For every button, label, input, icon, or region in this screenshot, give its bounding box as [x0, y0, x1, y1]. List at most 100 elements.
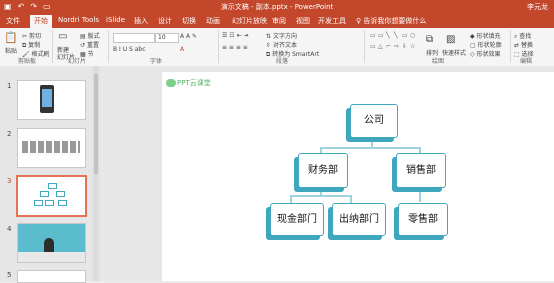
tab-design[interactable]: 设计	[158, 16, 172, 26]
ribbon-separator	[364, 30, 365, 63]
convert-smartart-button[interactable]: ⧉ 转换为 SmartArt	[266, 49, 319, 59]
tab-review[interactable]: 审阅	[272, 16, 286, 26]
tab-transitions[interactable]: 切换	[182, 16, 196, 26]
slide-number: 1	[7, 82, 12, 90]
font-size-dropdown[interactable]: 10	[155, 33, 179, 43]
list-buttons[interactable]: ☰ ☷ ⇤ ⇥	[222, 32, 249, 39]
paste-icon[interactable]: 📋	[4, 31, 18, 44]
new-slide-icon[interactable]: ▭	[58, 31, 67, 42]
org-node-sales[interactable]: 销售部	[396, 153, 446, 188]
tab-islide[interactable]: iSlide	[106, 16, 125, 24]
connector-line	[290, 195, 292, 203]
mini-node	[48, 183, 57, 189]
shape-icon[interactable]: ▭	[370, 32, 377, 42]
shape-icon[interactable]: ╲	[394, 32, 401, 42]
group-slides: 幻灯片	[68, 58, 87, 65]
mini-node	[56, 191, 65, 197]
shape-outline-label: 形状轮廓	[477, 42, 502, 49]
scrollbar-thumb[interactable]	[94, 74, 98, 174]
shape-effects-button[interactable]: ◇ 形状效果	[470, 49, 501, 58]
ribbon: 📋 粘贴 ✂ 剪切 ⧉ 复制 🖌 格式刷 剪贴板 ▭ 新建 幻灯片 ▤ 版式 ↺…	[0, 28, 554, 67]
font-color-button[interactable]: A	[180, 46, 184, 53]
shape-icon[interactable]: ▭	[378, 32, 385, 42]
slide-number: 5	[7, 271, 12, 279]
shape-icon[interactable]: ▭	[402, 32, 409, 42]
slide-thumbnail-5[interactable]	[17, 270, 86, 283]
slide-thumbnail-3[interactable]	[16, 175, 87, 217]
window-title: 演示文稿 - 副本.pptx - PowerPoint	[220, 3, 334, 11]
font-grow-shrink[interactable]: A A ✎	[180, 33, 197, 40]
org-node-retail[interactable]: 零售部	[398, 203, 448, 236]
cut-label: 剪切	[28, 33, 41, 40]
connector-line	[419, 188, 421, 202]
shape-icon[interactable]: ☆	[410, 43, 417, 53]
quick-styles-button[interactable]: 快速样式	[442, 48, 466, 57]
connector-line	[290, 195, 352, 197]
tab-view[interactable]: 视图	[296, 16, 310, 26]
ribbon-tabs: 文件 开始 Nordri Tools iSlide 插入 设计 切换 动画 幻灯…	[0, 14, 554, 29]
quick-styles-icon[interactable]: ▨	[446, 34, 455, 45]
arrange-icon[interactable]: ⧉	[426, 34, 433, 45]
tab-nordri-tools[interactable]: Nordri Tools	[58, 16, 99, 24]
group-font: 字体	[150, 58, 163, 65]
shape-icon[interactable]: ○	[410, 32, 417, 42]
font-style-buttons[interactable]: B I U S abc	[113, 46, 146, 53]
logo-text: PPT云课堂	[177, 79, 211, 87]
text-direction-button[interactable]: ⇅ 文字方向	[266, 31, 297, 40]
mini-node	[45, 200, 54, 206]
shape-icon[interactable]: ⇨	[394, 43, 401, 53]
shape-fill-button[interactable]: ◆ 形状填充	[470, 31, 501, 40]
connector-line	[320, 147, 421, 149]
group-editing: 编辑	[520, 58, 533, 65]
logo: PPT云课堂	[166, 78, 211, 88]
shape-icon[interactable]: ╲	[386, 32, 393, 42]
slide-thumbnail-2[interactable]	[17, 128, 86, 168]
align-buttons[interactable]: ≡ ≡ ≡ ≡	[222, 44, 248, 51]
find-label: 查找	[519, 33, 532, 40]
tell-me-box[interactable]: ♀ 告诉我你想要做什么	[356, 16, 426, 26]
tab-file[interactable]: 文件	[6, 16, 20, 26]
tab-slideshow[interactable]: 幻灯片放映	[232, 16, 267, 26]
tell-me-text: 告诉我你想要做什么	[363, 17, 427, 25]
tab-insert[interactable]: 插入	[134, 16, 148, 26]
layout-label: 版式	[87, 33, 100, 40]
shape-effects-label: 形状效果	[476, 51, 501, 58]
group-paragraph: 段落	[276, 58, 289, 65]
org-node-root[interactable]: 公司	[350, 104, 398, 138]
layout-button[interactable]: ▤ 版式	[80, 31, 100, 40]
org-node-finance[interactable]: 财务部	[298, 153, 348, 188]
shapes-gallery[interactable]: ▭ ▭ ╲ ╲ ▭ ○ ▭ △ ⌐ ⇨ ⇩ ☆	[370, 32, 417, 53]
cut-button[interactable]: ✂ 剪切	[22, 31, 41, 40]
org-node-cash[interactable]: 现金部门	[270, 203, 324, 236]
shape-icon[interactable]: △	[378, 43, 385, 53]
copy-label: 复制	[28, 42, 41, 49]
paste-button[interactable]: 粘贴	[5, 46, 17, 55]
ribbon-separator	[108, 30, 109, 63]
shape-icon[interactable]: ⌐	[386, 43, 393, 53]
section-label: 节	[87, 51, 94, 58]
slide-thumbnail-1[interactable]	[17, 80, 86, 120]
align-text-button[interactable]: ⇳ 对齐文本	[266, 40, 297, 49]
shape-outline-button[interactable]: ▢ 形状轮廓	[470, 40, 502, 49]
replace-label: 替换	[520, 42, 533, 49]
group-clipboard: 剪贴板	[18, 58, 37, 65]
tab-developer[interactable]: 开发工具	[318, 16, 346, 26]
replace-button[interactable]: ⇄ 替换	[514, 40, 533, 49]
shape-fill-label: 形状填充	[476, 33, 501, 40]
slides-scrollbar[interactable]	[93, 66, 99, 281]
shape-icon[interactable]: ⇩	[402, 43, 409, 53]
reset-button[interactable]: ↺ 重置	[80, 40, 99, 49]
org-node-cashier[interactable]: 出纳部门	[332, 203, 386, 236]
shape-icon[interactable]: ▭	[370, 43, 377, 53]
user-name[interactable]: 李元龙	[527, 2, 548, 12]
slide-thumbnail-4[interactable]	[17, 223, 86, 263]
mini-node	[40, 191, 49, 197]
ribbon-separator	[510, 30, 511, 63]
title-bar: ▣ ↶ ↷ ▭ 演示文稿 - 副本.pptx - PowerPoint 李元龙	[0, 0, 554, 14]
tab-home[interactable]: 开始	[30, 15, 52, 29]
ribbon-separator	[52, 30, 53, 63]
tab-animations[interactable]: 动画	[206, 16, 220, 26]
slide-number: 3	[7, 177, 12, 185]
font-name-dropdown[interactable]	[113, 33, 155, 43]
connector-line	[350, 195, 352, 203]
